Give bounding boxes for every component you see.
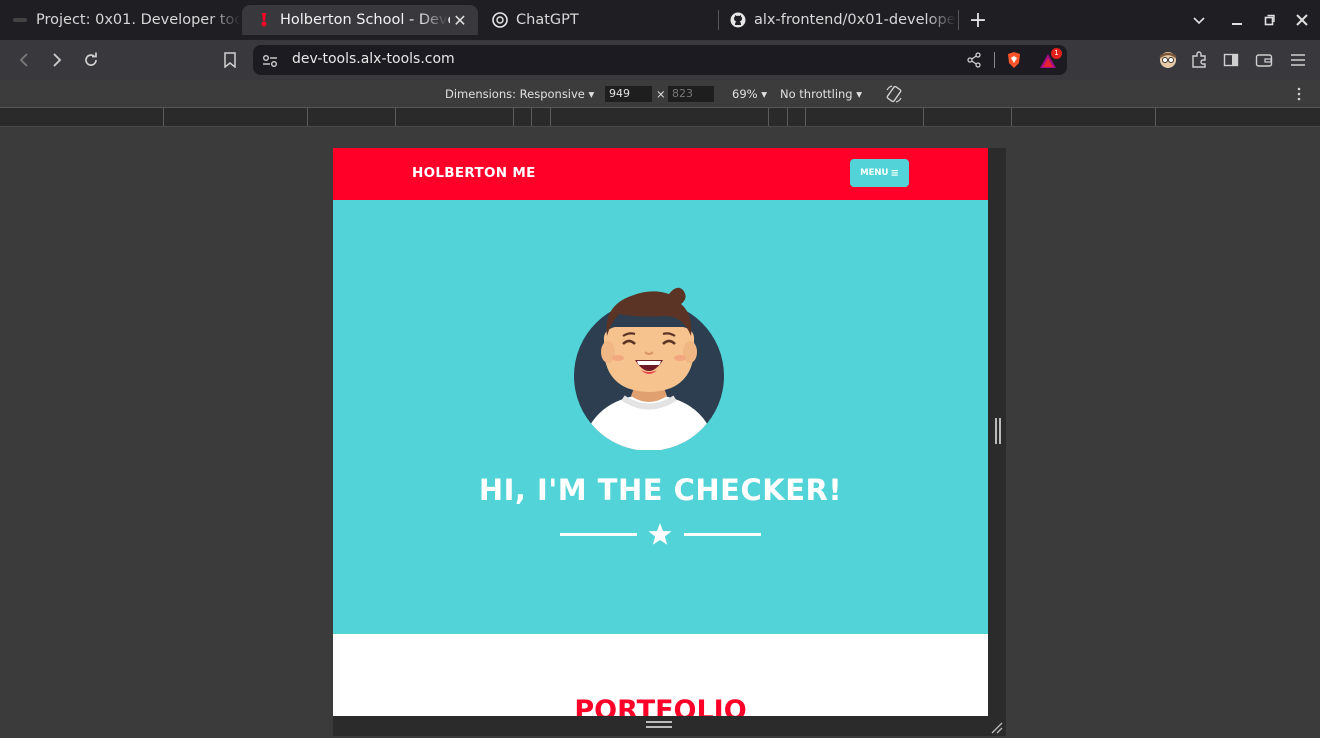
github-icon [730,12,746,28]
forward-icon[interactable] [45,48,69,72]
tab-strip: Project: 0x01. Developer too Holberton S… [0,0,1320,40]
menu-button[interactable]: MENU ≡ [850,159,909,187]
device-toolbar: Dimensions: Responsive ▾ 949 × 823 69% ▾… [0,80,1320,108]
address-bar[interactable]: dev-tools.alx-tools.com 1 [253,45,1067,75]
rotate-icon[interactable] [884,84,904,107]
zoom-select[interactable]: 69% ▾ [732,87,767,101]
project-icon [12,12,28,28]
hamburger-icon: ≡ [890,167,899,179]
url-text[interactable]: dev-tools.alx-tools.com [292,51,455,67]
new-tab-button[interactable]: + [966,8,990,33]
share-icon[interactable] [966,52,982,72]
main-menu-icon[interactable] [1286,48,1310,72]
tab-project[interactable]: Project: 0x01. Developer too [0,5,240,35]
browser-toolbar: dev-tools.alx-tools.com 1 [0,40,1320,80]
media-query-bar[interactable] [0,108,1320,127]
resize-handle-bottom[interactable] [646,721,674,731]
tab-label: ChatGPT [516,12,579,28]
portfolio-section: PORTFOLIO [333,634,988,716]
throttling-label: No throttling [780,87,853,101]
site-header: HOLBERTON ME MENU ≡ [333,148,988,200]
more-options-icon[interactable] [1294,87,1304,104]
profile-avatar-icon[interactable] [1156,48,1180,72]
dimensions-select[interactable]: Dimensions: Responsive ▾ [445,87,594,101]
tab-github[interactable]: alx-frontend/0x01-developer [716,5,956,35]
restore-icon[interactable] [1257,8,1281,32]
height-input[interactable]: 823 [668,86,714,102]
extensions-icon[interactable] [1187,48,1211,72]
star-divider [560,522,761,546]
reload-icon[interactable] [79,48,103,72]
menu-label: MENU [860,168,889,178]
close-window-icon[interactable] [1290,8,1314,32]
portfolio-title: PORTFOLIO [574,695,747,716]
resize-corner-icon[interactable] [989,719,1003,738]
brave-shield-icon[interactable] [1005,51,1023,73]
chatgpt-icon [492,12,508,28]
bookmark-icon[interactable] [218,48,242,72]
width-input[interactable]: 949 [605,86,652,102]
avatar [574,287,724,450]
site-logo[interactable]: HOLBERTON ME [412,165,536,181]
site-settings-icon[interactable] [262,53,278,72]
resize-handle-right[interactable] [995,418,1001,446]
dimensions-label: Dimensions: Responsive [445,87,585,101]
sidebar-icon[interactable] [1219,48,1243,72]
star-icon [648,522,672,550]
hero-title: HI, I'M THE CHECKER! [478,473,843,507]
tab-chatgpt[interactable]: ChatGPT [478,5,710,35]
minimize-icon[interactable] [1225,8,1249,32]
close-tab-icon[interactable]: ✕ [450,11,470,30]
zoom-label: 69% [732,87,758,101]
holberton-icon [256,12,272,28]
times-symbol: × [656,87,666,101]
back-icon[interactable] [12,48,36,72]
wallet-icon[interactable] [1252,48,1276,72]
rewards-badge: 1 [1051,48,1062,59]
tab-list-chevron-icon[interactable] [1187,8,1211,32]
tab-holberton[interactable]: Holberton School - Devel ✕ [242,5,478,35]
throttling-select[interactable]: No throttling ▾ [780,87,862,101]
emulated-viewport: HOLBERTON ME MENU ≡ HI, I'M THE CHECKER!… [333,148,988,716]
hero-section: HI, I'M THE CHECKER! [333,200,988,634]
